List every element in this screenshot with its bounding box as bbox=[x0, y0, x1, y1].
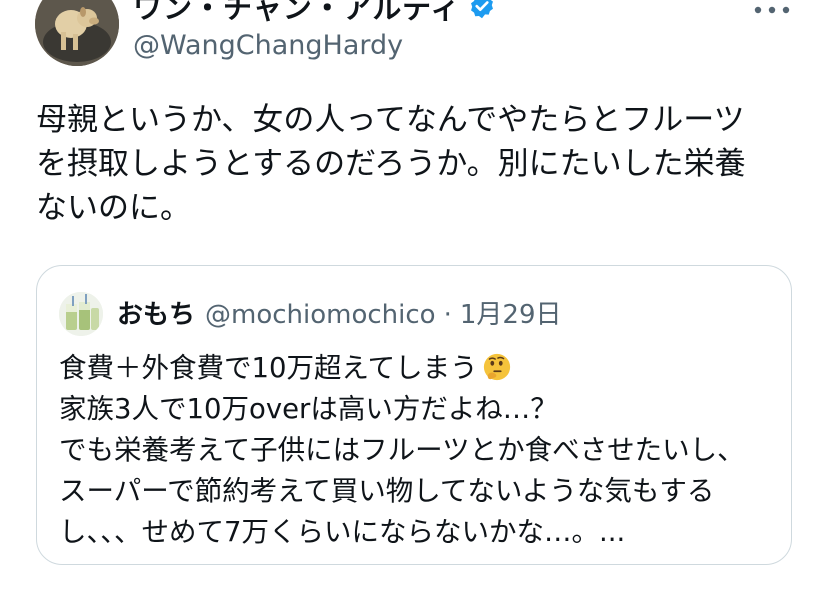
author-handle[interactable]: @WangChangHardy bbox=[133, 30, 403, 61]
tweet-view: ワン・チャン・アルディ @WangChangHardy 母親というか、女の人って… bbox=[0, 0, 828, 594]
tweet-text: 母親というか、女の人ってなんでやたらとフルーツ を摂取しようとするのだろうか。別… bbox=[36, 98, 796, 230]
author-display-name[interactable]: ワン・チャン・アルディ bbox=[133, 0, 460, 27]
quoted-line: し、、、せめて7万くらいにならないかな…。... bbox=[59, 516, 626, 548]
quoted-author-avatar bbox=[59, 292, 103, 336]
author-name-row: ワン・チャン・アルディ bbox=[133, 0, 496, 26]
quoted-line-text: 食費＋外食費で10万超えてしまう bbox=[59, 352, 478, 384]
drink-glasses-avatar-icon bbox=[59, 292, 103, 336]
quoted-line: スーパーで節約考えて買い物してないような気もする bbox=[59, 475, 715, 507]
dog-avatar-icon bbox=[35, 0, 119, 66]
thinking-face-icon bbox=[483, 353, 510, 381]
quoted-tweet-card[interactable]: おもち @mochiomochico · 1月29日 食費＋外食費で10万超えて… bbox=[36, 265, 792, 565]
tweet-line: 母親というか、女の人ってなんでやたらとフルーツ bbox=[36, 102, 745, 138]
tweet-line: を摂取しようとするのだろうか。別にたいした栄養 bbox=[36, 146, 746, 182]
quoted-line: 家族3人で10万overは高い方だよね…？ bbox=[59, 393, 558, 425]
quoted-date: 1月29日 bbox=[459, 300, 562, 330]
quoted-line: 食費＋外食費で10万超えてしまう bbox=[59, 348, 779, 389]
tweet-line: ないのに。 bbox=[36, 190, 191, 226]
more-options-icon[interactable] bbox=[752, 2, 792, 18]
quoted-handle: @mochiomochico bbox=[205, 300, 436, 330]
quoted-text: 食費＋外食費で10万超えてしまう 家族3人で10万overは高い方だよね…？ で… bbox=[59, 348, 779, 553]
quoted-separator: · bbox=[443, 300, 452, 330]
author-avatar[interactable] bbox=[35, 0, 119, 66]
quoted-header: おもち @mochiomochico · 1月29日 bbox=[117, 294, 562, 331]
quoted-line: でも栄養考えて子供にはフルーツとか食べさせたいし、 bbox=[59, 434, 745, 466]
verified-badge-icon bbox=[471, 0, 494, 19]
quoted-display-name: おもち bbox=[117, 300, 196, 330]
